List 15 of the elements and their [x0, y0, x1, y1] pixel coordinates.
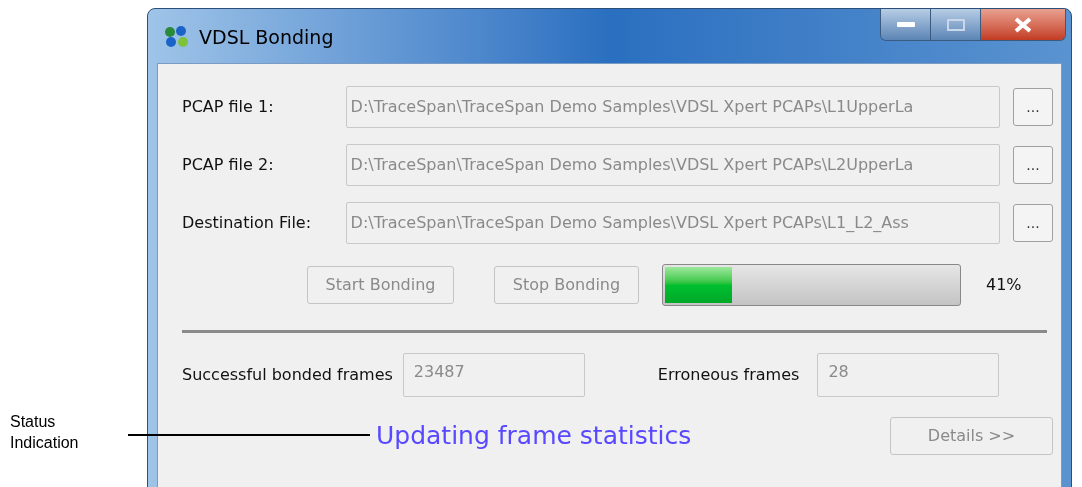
field-label: PCAP file 2: — [182, 154, 275, 176]
stat-label: Successful bonded frames — [182, 364, 393, 386]
stat-field: 23487 — [402, 353, 585, 397]
stat-field: 28 — [817, 353, 1000, 397]
field-label: PCAP file 1: — [182, 96, 275, 118]
annotation-label: Status Indication — [10, 412, 80, 453]
minimize-button[interactable] — [881, 9, 931, 40]
status-text: Updating frame statistics — [376, 420, 692, 453]
app-icon — [163, 25, 191, 50]
close-button[interactable] — [981, 9, 1065, 40]
progress-percent: 41% — [986, 274, 1022, 296]
close-icon — [1014, 16, 1032, 33]
field-label: Destination File: — [182, 212, 313, 234]
window-title: VDSL Bonding — [199, 25, 334, 50]
stat-label: Erroneous frames — [657, 364, 800, 386]
